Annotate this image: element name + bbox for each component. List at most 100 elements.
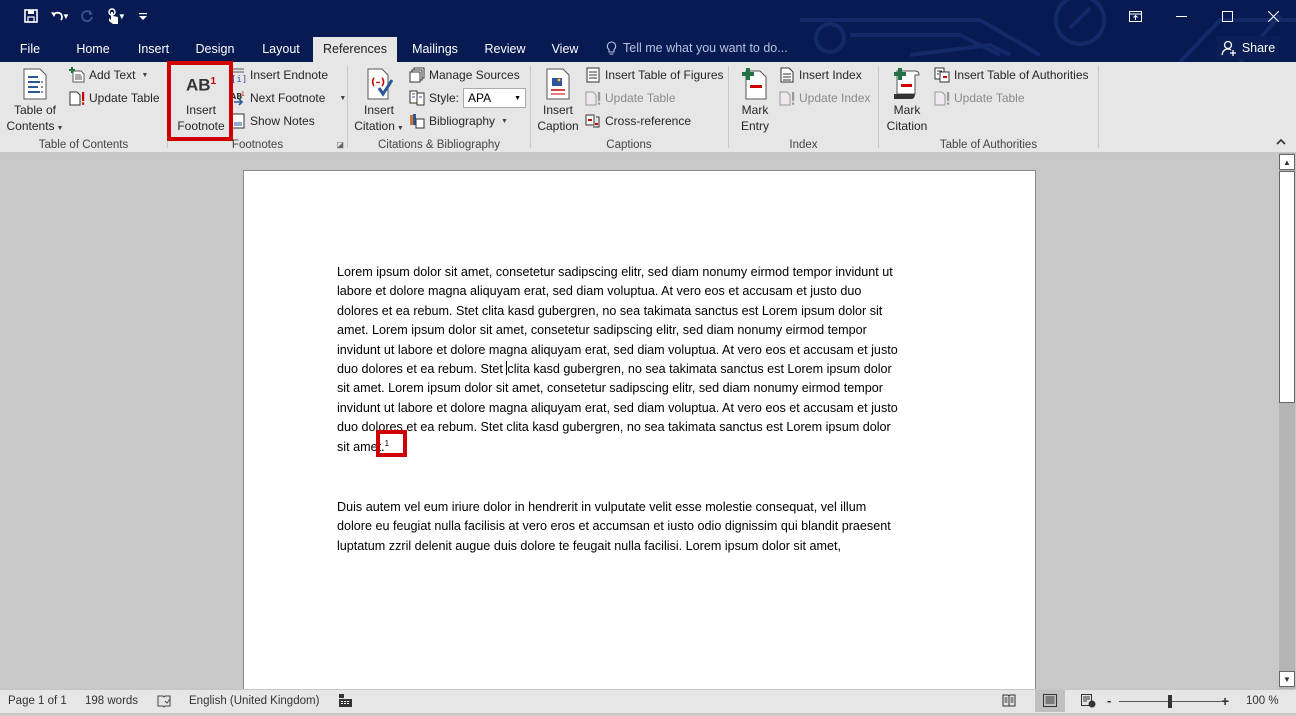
mark-citation-icon — [881, 66, 933, 102]
tab-file[interactable]: File — [0, 37, 60, 62]
scroll-down-arrow-icon[interactable]: ▼ — [1279, 671, 1295, 687]
style-icon — [409, 90, 425, 106]
tell-me-placeholder: Tell me what you want to do... — [623, 41, 788, 55]
style-dropdown[interactable]: APA ▼ — [463, 88, 527, 108]
text-before-caret: duo dolores et ea rebum. Stet — [337, 362, 507, 377]
insert-caption-button[interactable]: Insert Caption — [533, 66, 583, 134]
read-mode-icon[interactable] — [996, 690, 1022, 712]
mark-entry-button[interactable]: Mark Entry — [731, 66, 779, 134]
save-icon[interactable] — [18, 6, 44, 26]
language-indicator[interactable]: English (United Kingdom) — [189, 690, 319, 712]
show-notes-label: Show Notes — [250, 114, 315, 128]
zoom-level[interactable]: 100 % — [1246, 690, 1279, 712]
update-index-label: Update Index — [799, 91, 871, 105]
zoom-out-button[interactable]: - — [1107, 690, 1111, 712]
table-of-contents-icon — [6, 66, 64, 102]
word-count[interactable]: 198 words — [85, 690, 138, 712]
macro-recording-icon[interactable] — [339, 690, 352, 712]
text-line: dolore eu feugiat nulla facilisis at ver… — [337, 519, 891, 534]
group-separator — [1098, 66, 1099, 148]
insert-endnote-label: Insert Endnote — [250, 68, 329, 82]
insert-table-of-figures-button[interactable]: Insert Table of Figures — [585, 65, 724, 85]
scrollbar-thumb[interactable] — [1279, 171, 1295, 403]
insert-table-of-figures-icon — [585, 67, 601, 83]
insert-caption-icon — [533, 66, 583, 102]
group-citations-bibliography: (–) Insert Citation ▼ Manage Sources Styl… — [348, 62, 530, 153]
page-count[interactable]: Page 1 of 1 — [8, 690, 67, 712]
insert-caption-line2: Caption — [537, 119, 579, 133]
manage-sources-label: Manage Sources — [429, 68, 520, 82]
chevron-down-icon: ▼ — [141, 71, 149, 79]
tab-layout[interactable]: Layout — [249, 37, 313, 62]
close-icon[interactable] — [1250, 4, 1296, 28]
next-footnote-label: Next Footnote — [250, 91, 326, 105]
next-footnote-dropdown-icon[interactable]: ▼ — [339, 95, 346, 102]
insert-citation-button[interactable]: (–) Insert Citation ▼ — [350, 66, 408, 137]
add-text-label: Add Text — [89, 68, 136, 82]
lightbulb-icon — [606, 41, 617, 55]
print-layout-icon[interactable] — [1035, 690, 1065, 712]
insert-endnote-button[interactable]: [i] Insert Endnote — [230, 65, 328, 85]
insert-table-of-authorities-label: Insert Table of Authorities — [954, 68, 1089, 82]
insert-table-of-authorities-button[interactable]: Insert Table of Authorities — [934, 65, 1089, 85]
insert-index-button[interactable]: Insert Index — [779, 65, 862, 85]
text-line: invidunt ut labore et dolore magna aliqu… — [337, 342, 898, 357]
zoom-slider-thumb[interactable] — [1168, 695, 1172, 708]
cross-reference-icon — [585, 113, 601, 129]
tell-me-search[interactable]: Tell me what you want to do... — [606, 37, 788, 59]
scroll-up-arrow-icon[interactable]: ▲ — [1279, 154, 1295, 170]
next-footnote-button[interactable]: AB 1 Next Footnote ▼ — [230, 88, 346, 108]
manage-sources-button[interactable]: Manage Sources — [409, 65, 520, 85]
collapse-ribbon-icon[interactable] — [1276, 137, 1286, 148]
update-table-button[interactable]: Update Table — [69, 88, 160, 108]
show-notes-button[interactable]: Show Notes — [230, 111, 315, 131]
customize-qat-icon[interactable] — [130, 6, 156, 26]
tab-review[interactable]: Review — [473, 37, 537, 62]
vertical-scrollbar[interactable]: ▲ ▼ — [1278, 153, 1296, 689]
window-controls — [1112, 4, 1296, 28]
text-line: Duis autem vel eum iriure dolor in hendr… — [337, 500, 867, 514]
web-layout-icon[interactable] — [1075, 690, 1101, 712]
mark-citation-button[interactable]: Mark Citation — [881, 66, 933, 134]
insert-citation-line2: Citation — [354, 119, 395, 133]
maximize-icon[interactable] — [1204, 4, 1250, 28]
add-text-button[interactable]: Add Text ▼ — [69, 65, 148, 85]
tab-view[interactable]: View — [537, 37, 593, 62]
text-line-last: sit amet.1 — [337, 438, 947, 457]
touch-mode-dropdown-icon[interactable]: ▼ — [118, 12, 126, 21]
document-page[interactable]: Lorem ipsum dolor sit amet, consetetur s… — [243, 170, 1036, 689]
update-table-authorities-button: Update Table — [934, 88, 1025, 108]
group-table-of-contents: Table of Contents ▼ Add Text ▼ Update Tabl… — [0, 62, 167, 153]
share-button[interactable]: Share — [1217, 36, 1279, 60]
ribbon-display-options-icon[interactable] — [1112, 4, 1158, 28]
proofing-icon[interactable] — [157, 690, 171, 712]
text-line: Lorem ipsum dolor sit amet, consetetur s… — [337, 265, 893, 279]
update-table-authorities-label: Update Table — [954, 91, 1025, 105]
table-of-contents-button[interactable]: Table of Contents ▼ — [6, 66, 64, 137]
tab-mailings[interactable]: Mailings — [397, 37, 473, 62]
group-label-toa: Table of Authorities — [939, 139, 1038, 151]
style-value: APA — [468, 91, 492, 105]
update-table-figures-label: Update Table — [605, 91, 676, 105]
svg-text:1: 1 — [241, 91, 245, 98]
tab-insert[interactable]: Insert — [126, 37, 181, 62]
cross-reference-button[interactable]: Cross-reference — [585, 111, 691, 131]
zoom-in-button[interactable]: + — [1221, 690, 1229, 712]
minimize-icon[interactable] — [1158, 4, 1204, 28]
bibliography-button[interactable]: Bibliography ▼ — [409, 111, 508, 131]
mark-entry-line2: Entry — [740, 119, 769, 133]
tab-references[interactable]: References — [313, 37, 397, 62]
mark-entry-icon — [731, 66, 779, 102]
tab-design[interactable]: Design — [181, 37, 249, 62]
chevron-down-icon: ▼ — [56, 125, 64, 132]
insert-citation-line1: Insert — [363, 103, 394, 117]
undo-dropdown-icon[interactable]: ▼ — [62, 12, 70, 21]
text-line: amet. Lorem ipsum dolor sit amet, conset… — [337, 323, 867, 338]
dialog-launcher-icon[interactable]: ◪ — [336, 140, 344, 149]
redo-icon — [74, 6, 100, 26]
insert-index-icon — [779, 67, 795, 83]
text-after-caret: clita kasd gubergren, no sea takimata sa… — [507, 362, 892, 377]
insert-citation-icon: (–) — [350, 66, 408, 102]
group-label-citations: Citations & Bibliography — [377, 139, 501, 151]
tab-home[interactable]: Home — [60, 37, 126, 62]
